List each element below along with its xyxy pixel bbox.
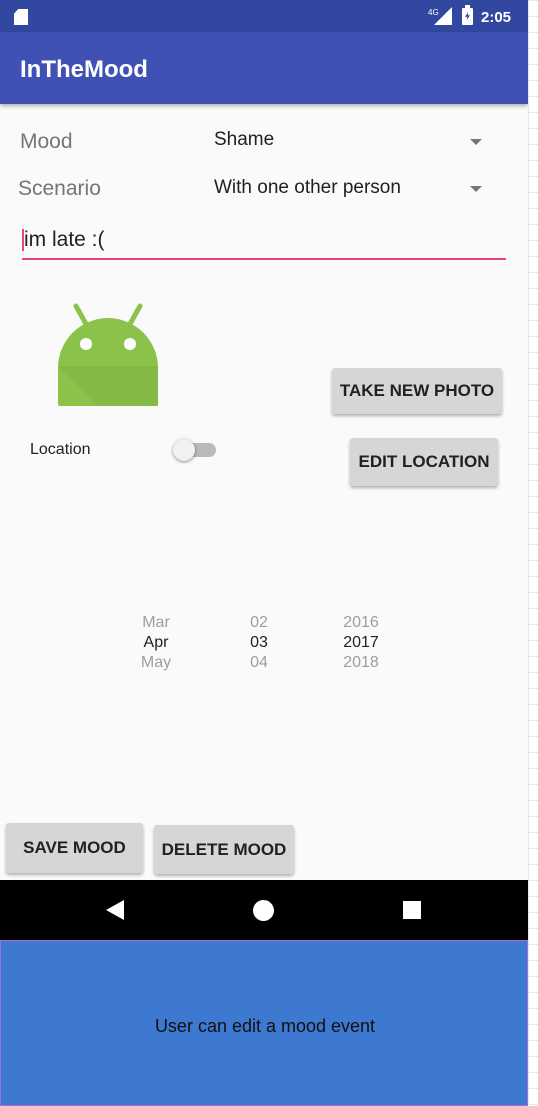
day-prev[interactable]: 02: [229, 613, 289, 633]
year-picker[interactable]: 2016 2017 2018: [331, 613, 391, 673]
delete-mood-button[interactable]: DELETE MOOD: [154, 825, 294, 874]
save-mood-button[interactable]: SAVE MOOD: [6, 823, 143, 873]
month-picker[interactable]: Mar Apr May: [126, 613, 186, 673]
battery-charging-icon: [462, 5, 473, 25]
month-prev[interactable]: Mar: [126, 613, 186, 633]
scenario-spinner[interactable]: With one other person: [210, 171, 500, 207]
year-selected[interactable]: 2017: [331, 633, 391, 653]
navigation-bar: [0, 880, 528, 940]
dropdown-arrow-icon: [470, 186, 482, 192]
scenario-spinner-value: With one other person: [214, 177, 401, 198]
signal-icon: 4G: [428, 7, 452, 25]
caption-text: User can edit a mood event: [154, 1016, 376, 1036]
take-new-photo-button[interactable]: TAKE NEW PHOTO: [332, 368, 502, 414]
app-bar: InTheMood: [0, 32, 528, 104]
year-prev[interactable]: 2016: [331, 613, 391, 633]
network-type-label: 4G: [428, 8, 439, 17]
status-bar: 4G 2:05: [0, 0, 528, 32]
day-picker[interactable]: 02 03 04: [229, 613, 289, 673]
home-icon[interactable]: [253, 900, 274, 921]
mood-label: Mood: [20, 130, 73, 153]
mood-note-text: im late :(: [24, 228, 105, 251]
edit-location-button[interactable]: EDIT LOCATION: [350, 438, 498, 486]
location-label: Location: [30, 441, 91, 458]
mood-spinner[interactable]: Shame: [210, 124, 500, 160]
mood-note-input[interactable]: im late :(: [22, 226, 506, 260]
dropdown-arrow-icon: [470, 139, 482, 145]
year-next[interactable]: 2018: [331, 653, 391, 673]
day-selected[interactable]: 03: [229, 633, 289, 653]
month-next[interactable]: May: [126, 653, 186, 673]
month-selected[interactable]: Apr: [126, 633, 186, 653]
phone-screen: 4G 2:05 InTheMood Mood Shame Scenario Wi…: [0, 0, 528, 940]
scenario-label: Scenario: [18, 177, 101, 200]
back-icon[interactable]: [106, 900, 124, 920]
sd-card-icon: [14, 9, 28, 25]
status-time: 2:05: [481, 9, 512, 26]
app-title: InTheMood: [20, 56, 148, 83]
caption-panel: User can edit a mood event: [0, 940, 528, 1106]
location-toggle-thumb[interactable]: [173, 439, 195, 461]
mood-spinner-value: Shame: [214, 129, 275, 150]
android-placeholder-image: [58, 303, 158, 406]
recents-icon[interactable]: [403, 901, 421, 919]
day-next[interactable]: 04: [229, 653, 289, 673]
